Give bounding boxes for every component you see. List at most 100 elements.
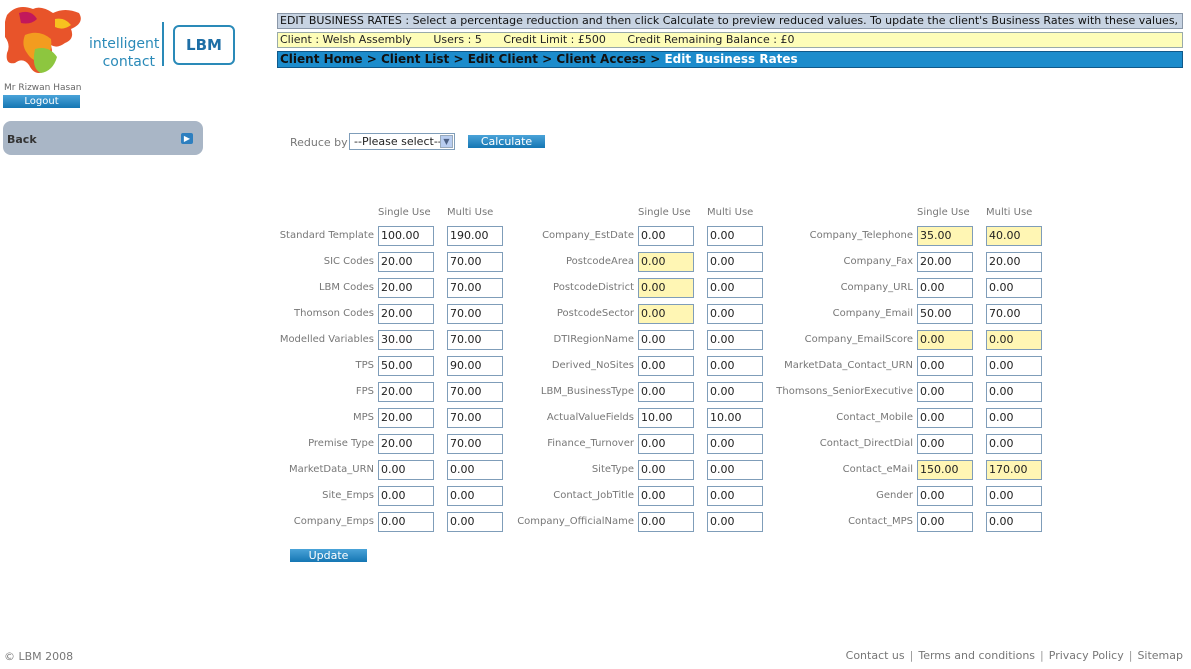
rate-label: SIC Codes	[323, 256, 374, 267]
footer-link-privacy[interactable]: Privacy Policy	[1049, 649, 1124, 662]
rate-label: Standard Template	[279, 230, 374, 241]
footer-link-contact[interactable]: Contact us	[846, 649, 905, 662]
multi-use-rate-input[interactable]: 40.00	[986, 226, 1042, 246]
reduce-by-label: Reduce by :	[290, 136, 355, 149]
rate-label: Company_EstDate	[542, 230, 634, 241]
rate-label: MarketData_URN	[289, 464, 374, 475]
rate-label: FPS	[355, 386, 374, 397]
col2-single-header: Single Use	[638, 207, 691, 218]
single-use-rate-input[interactable]: 0.00	[917, 434, 973, 454]
single-use-rate-input[interactable]: 0.00	[917, 382, 973, 402]
rate-label: Derived_NoSites	[551, 360, 634, 371]
multi-use-rate-input[interactable]: 0.00	[986, 330, 1042, 350]
reduce-by-select[interactable]: --Please select-- ▼	[349, 133, 455, 150]
rate-label: Contact_JobTitle	[553, 490, 634, 501]
rate-label: PostcodeSector	[556, 308, 634, 319]
multi-use-rate-input[interactable]: 0.00	[986, 382, 1042, 402]
rate-label: PostcodeArea	[565, 256, 634, 267]
col2-multi-header: Multi Use	[707, 207, 754, 218]
multi-use-rate-input[interactable]: 0.00	[986, 356, 1042, 376]
col1-single-header: Single Use	[378, 207, 431, 218]
rate-label: LBM_BusinessType	[540, 386, 634, 397]
footer-separator: |	[1128, 649, 1133, 662]
footer-link-sitemap[interactable]: Sitemap	[1137, 649, 1183, 662]
logo-line-2: contact	[102, 54, 155, 70]
single-use-rate-input[interactable]: 0.00	[917, 278, 973, 298]
single-use-rate-input[interactable]: 35.00	[917, 226, 973, 246]
multi-use-rate-input[interactable]: 70.00	[986, 304, 1042, 324]
reduce-by-selected: --Please select--	[354, 135, 442, 148]
multi-use-rate-input[interactable]: 0.00	[986, 512, 1042, 532]
single-use-rate-input[interactable]: 0.00	[917, 356, 973, 376]
rate-label: Site_Emps	[322, 490, 374, 501]
breadcrumb-separator: >	[453, 52, 464, 66]
rate-label: SiteType	[591, 464, 634, 475]
info-bar: EDIT BUSINESS RATES : Select a percentag…	[277, 13, 1183, 29]
logo-wordmark: intelligent contact	[89, 35, 160, 71]
rate-label: ActualValueFields	[546, 412, 634, 423]
footer-link-terms[interactable]: Terms and conditions	[918, 649, 1035, 662]
footer-separator: |	[909, 649, 914, 662]
breadcrumb-current: Edit Business Rates	[664, 52, 798, 66]
multi-use-rate-input[interactable]: 170.00	[986, 460, 1042, 480]
breadcrumb-separator: >	[366, 52, 377, 66]
logo-line-1: intelligent	[89, 36, 160, 52]
logo-divider	[162, 22, 164, 66]
company-logo: intelligent contact LBM	[4, 5, 235, 77]
multi-use-rate-input[interactable]: 0.00	[986, 486, 1042, 506]
rate-label: Contact_Mobile	[836, 412, 913, 423]
single-use-rate-input[interactable]: 0.00	[917, 408, 973, 428]
rate-label: Contact_eMail	[842, 464, 913, 475]
rate-label: Company_EmailScore	[804, 334, 913, 345]
chevron-down-icon[interactable]: ▼	[440, 135, 453, 148]
rate-label: LBM Codes	[318, 282, 374, 293]
rate-label: Company_Telephone	[809, 230, 913, 241]
multi-use-rate-input[interactable]: 20.00	[986, 252, 1042, 272]
multi-use-rate-input[interactable]: 0.00	[986, 434, 1042, 454]
lbm-badge: LBM	[173, 25, 235, 65]
rate-label: Company_URL	[840, 282, 913, 293]
rate-label: Company_OfficialName	[517, 516, 634, 527]
multi-use-rate-input[interactable]: 0.00	[986, 278, 1042, 298]
breadcrumb-client-home[interactable]: Client Home	[280, 52, 363, 66]
breadcrumb-edit-client[interactable]: Edit Client	[468, 52, 538, 66]
single-use-rate-input[interactable]: 0.00	[917, 330, 973, 350]
rate-label: Contact_MPS	[848, 516, 913, 527]
copyright: © LBM 2008	[4, 650, 74, 663]
rate-label: Company_Emps	[293, 516, 374, 527]
credit-remaining: Credit Remaining Balance : £0	[627, 33, 795, 46]
arrow-icon[interactable]: ▶	[181, 133, 193, 144]
single-use-rate-input[interactable]: 20.00	[917, 252, 973, 272]
rate-label: Thomsons_SeniorExecutive	[776, 386, 913, 397]
single-use-rate-input[interactable]: 0.00	[917, 512, 973, 532]
client-name: Client : Welsh Assembly	[280, 33, 412, 46]
update-button[interactable]: Update	[290, 549, 367, 562]
breadcrumb-separator: >	[650, 52, 661, 66]
users-count: Users : 5	[433, 33, 482, 46]
user-name: Mr Rizwan Hasan	[4, 83, 82, 93]
rate-label: Modelled Variables	[279, 334, 374, 345]
rate-label: MarketData_Contact_URN	[784, 360, 913, 371]
rate-label: Gender	[876, 490, 913, 501]
multi-use-rate-input[interactable]: 0.00	[986, 408, 1042, 428]
client-info-bar: Client : Welsh Assembly Users : 5 Credit…	[277, 32, 1183, 48]
back-panel[interactable]: Back ▶	[3, 121, 203, 155]
breadcrumb-separator: >	[542, 52, 553, 66]
rate-label: TPS	[355, 360, 375, 371]
rate-label: Premise Type	[308, 438, 374, 449]
breadcrumb-client-list[interactable]: Client List	[381, 52, 449, 66]
rate-label: MPS	[352, 412, 374, 423]
breadcrumb: Client Home > Client List > Edit Client …	[277, 51, 1183, 68]
calculate-button[interactable]: Calculate	[468, 135, 545, 148]
rate-label: Contact_DirectDial	[819, 438, 913, 449]
back-label: Back	[7, 133, 37, 146]
breadcrumb-client-access[interactable]: Client Access	[556, 52, 646, 66]
logout-button[interactable]: Logout	[3, 95, 80, 108]
col1-multi-header: Multi Use	[447, 207, 494, 218]
single-use-rate-input[interactable]: 50.00	[917, 304, 973, 324]
single-use-rate-input[interactable]: 150.00	[917, 460, 973, 480]
col3-single-header: Single Use	[917, 207, 970, 218]
single-use-rate-input[interactable]: 0.00	[917, 486, 973, 506]
footer-separator: |	[1040, 649, 1044, 662]
rate-label: Finance_Turnover	[547, 438, 634, 449]
